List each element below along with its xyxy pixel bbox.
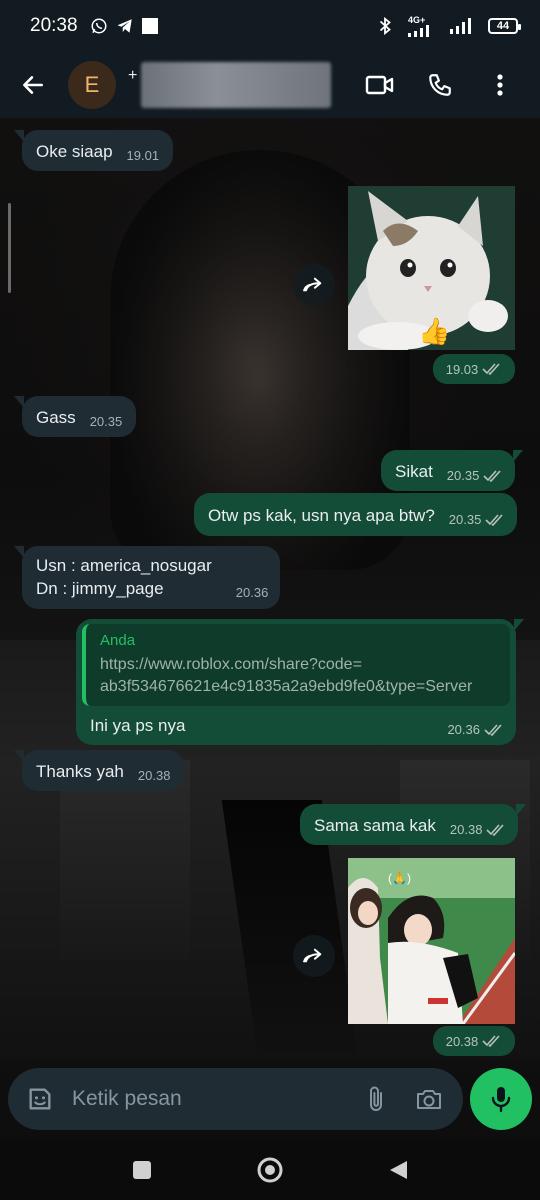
message-incoming[interactable]: Thanks yah 20.38 <box>13 750 185 791</box>
message-list: Oke siaap 19.01 👍 19.03 Gass 20.35 Sikat… <box>0 118 540 1060</box>
message-time: 20.35 <box>446 468 480 483</box>
message-text: Otw ps kak, usn nya apa btw? <box>208 506 435 525</box>
message-outgoing-quoted[interactable]: Anda https://www.roblox.com/share?code= … <box>76 619 524 745</box>
phone-icon <box>429 74 451 96</box>
message-text: Sikat <box>395 462 433 481</box>
circle-home-icon <box>257 1157 283 1183</box>
square-icon <box>133 1161 151 1179</box>
whatsapp-icon <box>90 17 108 35</box>
message-text: Thanks yah <box>36 762 124 781</box>
message-time: 20.38 <box>137 768 171 783</box>
message-outgoing[interactable]: Sama sama kak 20.38 <box>300 804 527 845</box>
camera-icon <box>417 1090 441 1109</box>
microphone-icon <box>491 1087 511 1113</box>
video-camera-icon <box>365 75 394 95</box>
home-button[interactable] <box>250 1150 290 1190</box>
message-time: 20.38 <box>449 822 483 837</box>
contact-name-redacted <box>141 62 332 108</box>
status-bar: 20:38 4G+ 44 <box>0 0 540 52</box>
contact-name-prefix: + <box>128 67 138 84</box>
back-button[interactable] <box>10 60 56 110</box>
quote-link-text[interactable]: https://www.roblox.com/share?code= ab3f5… <box>100 654 498 698</box>
message-composer <box>8 1068 463 1130</box>
quoted-message[interactable]: Anda https://www.roblox.com/share?code= … <box>82 624 510 706</box>
message-image-kitten[interactable]: 👍 <box>348 186 515 350</box>
sticker-icon <box>29 1088 51 1110</box>
battery-level: 44 <box>496 20 510 32</box>
double-check-icon <box>485 513 505 526</box>
voice-record-button[interactable] <box>470 1068 532 1130</box>
message-incoming[interactable]: Usn : america_nosugar Dn : jimmy_page 20… <box>13 546 281 609</box>
quote-author: Anda <box>100 632 136 649</box>
status-time: 20:38 <box>30 15 78 36</box>
message-time: 20.36 <box>447 722 480 737</box>
battery-icon: 44 <box>488 18 521 34</box>
forward-arrow-icon <box>303 277 322 292</box>
system-navigation-bar <box>0 1140 540 1200</box>
double-check-icon <box>483 469 503 482</box>
message-time: 20.35 <box>89 414 123 429</box>
message-time: 19.01 <box>126 148 160 163</box>
contact-name[interactable]: + <box>128 60 332 110</box>
attach-button[interactable] <box>351 1073 403 1125</box>
message-time: 19.03 <box>445 361 479 377</box>
notification-square-icon <box>141 18 158 34</box>
svg-text:(🙏): (🙏) <box>388 871 411 885</box>
more-options-button[interactable] <box>470 60 530 110</box>
voice-call-button[interactable] <box>410 60 470 110</box>
forward-arrow-icon <box>303 948 322 963</box>
message-text: Oke siaap <box>36 142 113 161</box>
message-image-photo[interactable]: (🙏) <box>348 858 515 1024</box>
double-check-icon <box>486 823 506 836</box>
recents-button[interactable] <box>122 1150 162 1190</box>
camera-button[interactable] <box>403 1073 455 1125</box>
message-text: Sama sama kak <box>314 816 436 835</box>
double-check-icon <box>482 1035 502 1047</box>
bluetooth-icon <box>378 17 392 35</box>
message-outgoing[interactable]: Otw ps kak, usn nya apa btw? 20.35 <box>194 493 518 536</box>
message-time: 20.38 <box>445 1033 479 1049</box>
more-vertical-icon <box>497 74 503 96</box>
forward-button[interactable] <box>293 935 335 977</box>
triangle-back-icon <box>390 1161 407 1179</box>
message-text: Gass <box>36 408 76 427</box>
avatar-initial: E <box>84 72 100 97</box>
double-check-icon <box>482 363 502 375</box>
image-time-pill: 19.03 <box>433 354 515 384</box>
signal-4g-icon: 4G+ <box>408 14 434 37</box>
signal-bars-icon <box>450 18 472 34</box>
message-text: Usn : america_nosugar Dn : jimmy_page <box>36 556 212 598</box>
image-time-pill: 20.38 <box>433 1026 515 1056</box>
message-outgoing[interactable]: Sikat 20.35 <box>381 450 524 491</box>
forward-button[interactable] <box>293 264 335 306</box>
video-call-button[interactable] <box>350 60 410 110</box>
message-incoming[interactable]: Gass 20.35 <box>13 396 137 437</box>
contact-avatar[interactable]: E <box>68 61 116 109</box>
double-check-icon <box>484 723 504 736</box>
telegram-icon <box>116 17 134 35</box>
message-time: 20.36 <box>235 585 269 600</box>
network-type-label: 4G+ <box>408 14 426 25</box>
paperclip-icon <box>370 1086 382 1111</box>
svg-text:👍: 👍 <box>418 316 450 346</box>
chat-header: E + <box>0 52 540 118</box>
message-incoming[interactable]: Oke siaap 19.01 <box>13 130 174 171</box>
arrow-left-icon <box>23 76 43 94</box>
message-time: 20.35 <box>448 512 482 527</box>
message-input[interactable] <box>66 1087 351 1111</box>
message-text: Ini ya ps nya <box>90 716 186 735</box>
sticker-button[interactable] <box>14 1073 66 1125</box>
nav-back-button[interactable] <box>378 1150 418 1190</box>
